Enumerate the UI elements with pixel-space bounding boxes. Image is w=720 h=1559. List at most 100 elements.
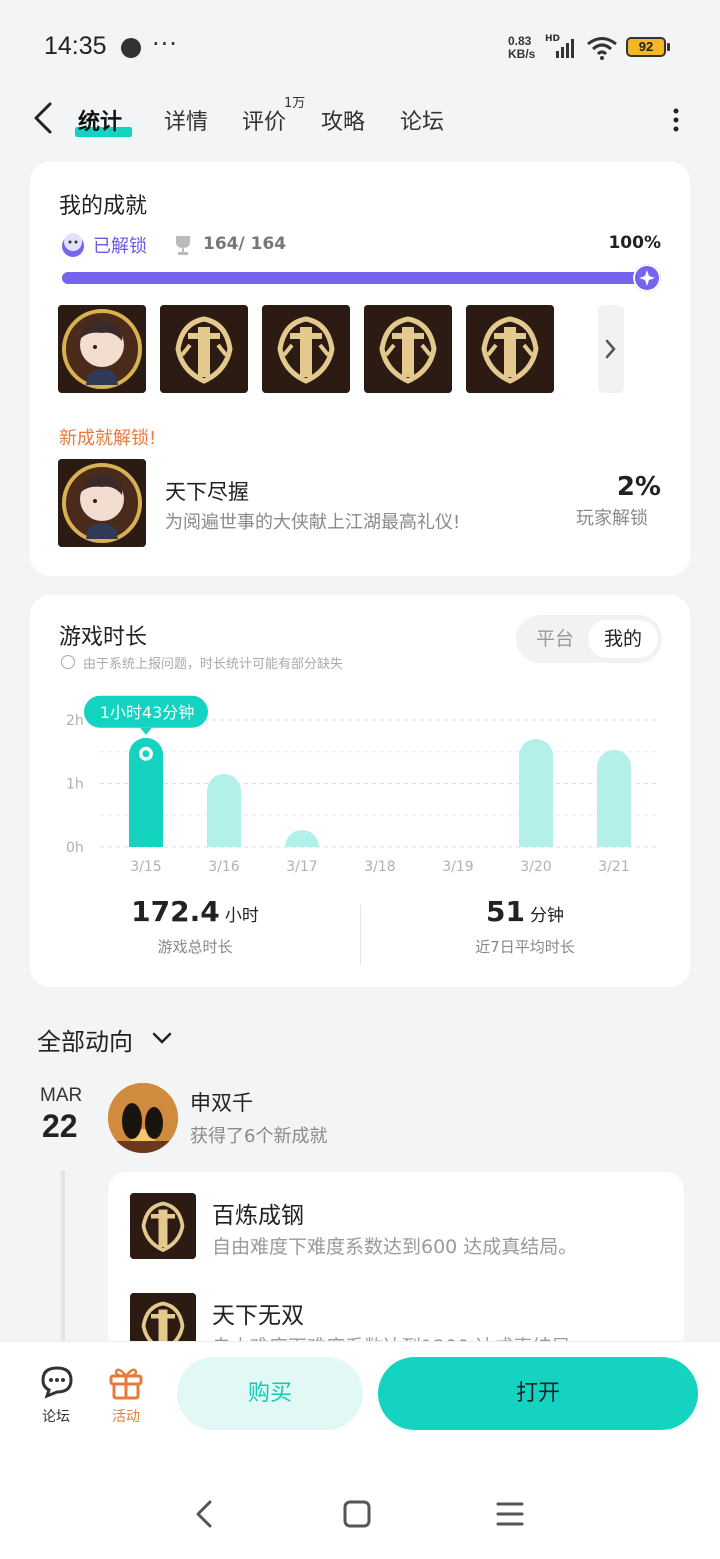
achievements-title: 我的成就 (59, 194, 148, 219)
feed-achievement-image (130, 1193, 196, 1259)
trophy-icon (176, 236, 190, 255)
open-button[interactable]: 打开 (378, 1357, 698, 1430)
toggle-platform[interactable]: 平台 (520, 620, 590, 658)
unlocked-label: 已解锁 (93, 236, 147, 257)
feed-achievement-desc: 自由难度下难度系数达到600 达成真结局。 (212, 1236, 578, 1258)
tab-forum[interactable]: 论坛 (400, 104, 444, 136)
unlocked-mascot-icon (62, 233, 84, 257)
top-nav: 统计 详情 评价 1万 攻略 论坛 (0, 90, 720, 150)
feed-achievements-card[interactable]: 百炼成钢 自由难度下难度系数达到600 达成真结局。 天下无双 自由难度下难度系… (108, 1172, 684, 1352)
battery-level: 92 (638, 39, 654, 54)
tab-guides-label: 攻略 (321, 110, 366, 135)
new-achievement-desc: 为阅遍世事的大侠献上江湖最高礼仪! (165, 512, 461, 533)
more-notifications-icon: ··· (152, 30, 178, 58)
bottom-action-bar: 论坛 活动 购买 打开 (0, 1341, 720, 1559)
playtime-title: 游戏时长 (59, 625, 148, 650)
chart-y-tick: 1h (66, 777, 84, 793)
network-speed-unit: KB/s (508, 47, 536, 61)
feed-month: MAR (40, 1085, 83, 1106)
chart-x-tick: 3/17 (286, 859, 317, 875)
battery-icon: 92 (626, 37, 666, 57)
chart-x-tick: 3/20 (520, 859, 551, 875)
activity-label[interactable]: 活动 (96, 1406, 156, 1426)
system-menu-icon[interactable] (490, 1494, 530, 1534)
user-action: 获得了6个新成就 (190, 1126, 328, 1147)
unlock-rate-label: 玩家解锁 (576, 508, 648, 529)
reviews-count-badge: 1万 (284, 96, 306, 111)
chart-y-tick: 0h (66, 840, 84, 856)
chart-x-tick: 3/15 (130, 859, 161, 875)
chart-bar[interactable] (597, 749, 631, 847)
more-badges-button[interactable] (598, 305, 624, 393)
achievement-count: 164/ 164 (203, 234, 287, 254)
system-back-icon[interactable] (185, 1494, 225, 1534)
gift-icon[interactable] (106, 1362, 146, 1402)
more-options-icon[interactable] (668, 106, 684, 134)
system-home-icon[interactable] (337, 1494, 377, 1534)
playtime-note: 由于系统上报问题，时长统计可能有部分缺失 (83, 657, 344, 672)
achievement-badge[interactable] (262, 305, 350, 393)
playtime-card: 游戏时长 由于系统上报问题，时长统计可能有部分缺失 平台 我的 0h 1h 2h 1小… (30, 595, 690, 987)
chart-x-tick: 3/19 (442, 859, 473, 875)
new-achievement-label: 新成就解锁! (59, 428, 157, 449)
playtime-chart: 0h 1h 2h 1小时43分钟 3/15 3/16 3/17 3/18 3/19 3/20 3/2… (30, 685, 690, 885)
tab-reviews[interactable]: 评价 (242, 104, 286, 136)
tab-forum-label: 论坛 (400, 110, 445, 135)
wifi-icon (587, 37, 617, 60)
avg-playtime-value: 51 (485, 895, 525, 928)
new-achievement-image (58, 459, 146, 547)
avg-playtime-unit: 分钟 (530, 906, 565, 926)
achievement-badge[interactable] (58, 305, 146, 393)
chevron-down-icon[interactable] (150, 1028, 174, 1048)
tab-guides[interactable]: 攻略 (321, 104, 365, 136)
avg-playtime-label: 近7日平均时长 (475, 938, 575, 956)
avg-playtime-stat: 51 分钟 近7日平均时长 (360, 895, 690, 957)
unlock-rate: 2% (616, 472, 661, 502)
user-avatar[interactable] (108, 1083, 178, 1153)
status-time: 14:35 (44, 32, 107, 60)
chart-bar[interactable] (207, 773, 241, 847)
timeline-line (61, 1170, 65, 1345)
status-bar: 14:35 ··· 0.83 KB/s HD 92 (0, 0, 720, 90)
toggle-mine[interactable]: 我的 (588, 620, 658, 658)
signal-icon (556, 39, 574, 58)
playtime-source-toggle: 平台 我的 (516, 615, 662, 663)
tab-reviews-label: 评价 (242, 110, 287, 135)
tab-details[interactable]: 详情 (164, 104, 208, 136)
feed-achievement-name: 百炼成钢 (212, 1203, 304, 1229)
achievements-card[interactable]: 我的成就 已解锁 164/ 164 100% 新成就解锁! 天下尽握 为阅遍世事… (30, 162, 690, 576)
feed-filter-title[interactable]: 全部动向 (37, 1022, 133, 1057)
tab-stats[interactable]: 统计 (78, 104, 122, 136)
achievement-badge[interactable] (364, 305, 452, 393)
chevron-right-icon (605, 339, 616, 359)
feed-day: 22 (42, 1108, 78, 1144)
total-playtime-stat: 172.4 小时 游戏总时长 (30, 895, 360, 957)
forum-label[interactable]: 论坛 (26, 1406, 86, 1426)
chart-bar[interactable] (285, 830, 319, 847)
network-speed: 0.83 KB/s (508, 35, 535, 61)
user-name[interactable]: 申双千 (190, 1087, 253, 1117)
chart-bar[interactable] (519, 739, 553, 847)
achievement-badge[interactable] (160, 305, 248, 393)
total-playtime-unit: 小时 (224, 906, 259, 926)
forum-icon[interactable] (37, 1362, 77, 1402)
chart-tooltip: 1小时43分钟 (84, 695, 208, 735)
back-arrow-icon[interactable] (30, 100, 60, 136)
achievement-progress-fill (62, 272, 658, 284)
tab-stats-label: 统计 (78, 110, 123, 135)
achievement-badge[interactable] (466, 305, 554, 393)
achievement-progress-bar (62, 272, 658, 284)
info-icon (61, 655, 75, 669)
new-achievement-name: 天下尽握 (165, 480, 249, 504)
chart-y-tick: 2h (66, 713, 84, 729)
chart-tooltip-label: 1小时43分钟 (100, 703, 195, 722)
chart-x-tick: 3/21 (598, 859, 629, 875)
battery-tip (667, 43, 670, 51)
clock-app-icon (121, 38, 141, 58)
achievement-badges-row (58, 305, 658, 395)
chart-bar-marker-center (142, 750, 150, 758)
total-playtime-label: 游戏总时长 (157, 938, 233, 956)
buy-button[interactable]: 购买 (177, 1357, 363, 1430)
progress-star-icon (633, 264, 661, 292)
chart-x-tick: 3/16 (208, 859, 240, 875)
